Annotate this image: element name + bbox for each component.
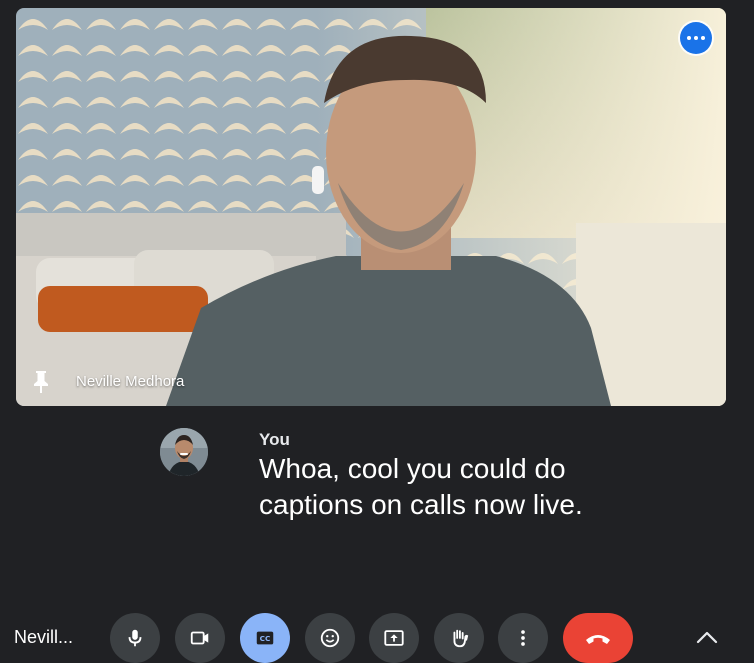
- more-options-icon: [521, 630, 525, 646]
- participant-video-tile[interactable]: Neville Medhora: [16, 8, 726, 406]
- raise-hand-icon: [453, 629, 469, 648]
- participant-video: [16, 8, 726, 406]
- caption-speaker: You: [259, 430, 290, 449]
- closed-captions-icon: CC: [256, 631, 274, 645]
- caption-text: Whoa, cool you could do captions on call…: [259, 453, 583, 520]
- microphone-icon: [128, 629, 142, 647]
- expand-icon[interactable]: [693, 626, 721, 650]
- tile-more-options-button[interactable]: [680, 22, 712, 54]
- end-call-icon: [586, 635, 610, 644]
- avatar: [160, 428, 208, 476]
- svg-text:CC: CC: [260, 634, 271, 643]
- present-screen-icon: [384, 630, 404, 646]
- camera-icon: [190, 631, 209, 645]
- pin-icon[interactable]: [32, 370, 50, 394]
- emoji-icon: [320, 628, 340, 648]
- participant-name-label: Neville Medhora: [76, 373, 185, 390]
- self-name-label: Nevill...: [14, 627, 74, 647]
